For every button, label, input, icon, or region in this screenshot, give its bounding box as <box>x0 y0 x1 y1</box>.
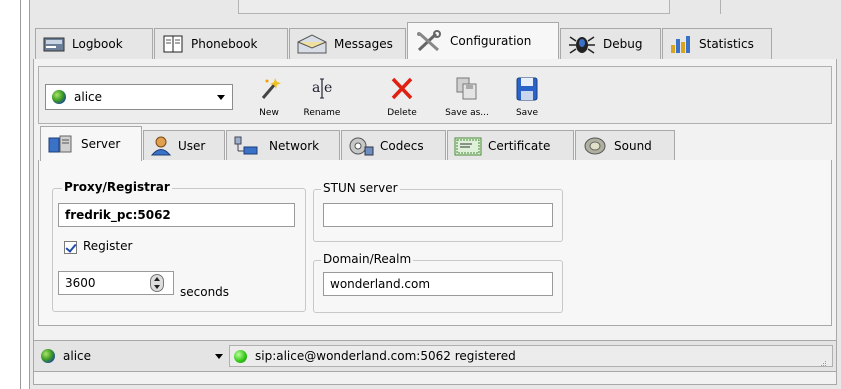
tab-sound-label: Sound <box>614 138 652 153</box>
tab-statistics[interactable]: Statistics <box>662 28 772 59</box>
stun-server-title: STUN server <box>321 181 400 195</box>
account-select-value: alice <box>74 90 103 104</box>
save-icon <box>516 77 538 101</box>
save-button-label: Save <box>515 108 539 118</box>
status-account-select[interactable]: alice <box>37 345 227 367</box>
phonebook-icon <box>161 33 185 55</box>
tab-user[interactable]: User <box>143 130 225 160</box>
codecs-icon <box>348 136 374 156</box>
chevron-down-icon <box>217 95 225 100</box>
tab-certificate[interactable]: Certificate <box>447 130 574 160</box>
tab-server[interactable]: Server <box>40 126 142 161</box>
new-button-label: New <box>259 108 279 118</box>
user-icon <box>150 136 172 156</box>
resize-grip-icon[interactable] <box>817 359 827 369</box>
tab-messages-label: Messages <box>334 37 393 51</box>
debug-icon <box>567 33 597 55</box>
tab-messages[interactable]: Messages <box>289 28 406 59</box>
registration-status: sip:alice@wonderland.com:5062 registered <box>229 345 833 367</box>
save-as-button[interactable]: Save as... <box>440 72 494 122</box>
tab-configuration-label: Configuration <box>450 34 532 48</box>
tab-configuration[interactable]: Configuration <box>407 22 559 59</box>
network-icon <box>233 136 263 156</box>
rename-button[interactable]: ae Rename <box>300 72 344 122</box>
statistics-icon <box>669 33 693 55</box>
register-checkbox[interactable] <box>64 241 77 254</box>
proxy-registrar-title: Proxy/Registrar <box>62 180 172 194</box>
tab-network-label: Network <box>269 138 320 153</box>
tab-codecs-label: Codecs <box>380 138 424 153</box>
seconds-label: seconds <box>180 285 230 299</box>
globe-icon <box>41 349 55 363</box>
tab-phonebook[interactable]: Phonebook <box>154 28 288 59</box>
top-strip <box>238 0 670 14</box>
stun-server-input[interactable] <box>323 203 553 227</box>
server-icon <box>47 134 75 154</box>
tab-network[interactable]: Network <box>226 130 340 160</box>
globe-icon <box>52 90 66 104</box>
magic-wand-icon <box>261 78 281 99</box>
tab-debug-label: Debug <box>603 37 643 51</box>
tab-certificate-label: Certificate <box>488 138 551 153</box>
tab-statistics-label: Statistics <box>699 37 754 51</box>
rename-icon: ae <box>312 78 332 99</box>
delete-icon <box>391 77 413 100</box>
tab-server-label: Server <box>81 137 121 151</box>
register-label: Register <box>83 239 133 253</box>
tab-logbook[interactable]: Logbook <box>35 28 153 59</box>
tab-user-label: User <box>178 138 206 153</box>
delete-button[interactable]: Delete <box>380 72 424 122</box>
window-left-border <box>20 0 21 389</box>
proxy-registrar-input[interactable]: fredrik_pc:5062 <box>58 203 295 227</box>
certificate-icon <box>454 136 482 156</box>
registration-status-text: sip:alice@wonderland.com:5062 registered <box>255 349 516 363</box>
logbook-icon <box>42 33 66 55</box>
save-button[interactable]: Save <box>505 72 549 122</box>
svg-text:a: a <box>312 80 320 96</box>
messages-icon <box>296 33 328 55</box>
tab-debug[interactable]: Debug <box>560 28 661 59</box>
domain-realm-input[interactable]: wonderland.com <box>323 272 553 296</box>
delete-button-label: Delete <box>387 108 417 118</box>
configuration-icon <box>414 30 444 52</box>
new-button[interactable]: New <box>247 72 291 122</box>
account-select[interactable]: alice <box>45 84 233 110</box>
svg-text:e: e <box>324 80 332 96</box>
chevron-down-icon <box>215 354 223 359</box>
expiry-spinner[interactable] <box>150 274 164 292</box>
status-account-value: alice <box>63 349 92 363</box>
rename-button-label: Rename <box>303 108 341 118</box>
sound-icon <box>582 136 608 156</box>
save-as-icon <box>456 77 477 100</box>
tab-sound[interactable]: Sound <box>575 130 675 160</box>
save-as-button-label: Save as... <box>445 108 489 118</box>
domain-realm-title: Domain/Realm <box>321 252 414 266</box>
registered-status-icon <box>234 349 247 363</box>
tab-phonebook-label: Phonebook <box>191 37 258 51</box>
top-divider <box>720 0 721 14</box>
tab-codecs[interactable]: Codecs <box>341 130 446 160</box>
tab-logbook-label: Logbook <box>72 37 123 51</box>
